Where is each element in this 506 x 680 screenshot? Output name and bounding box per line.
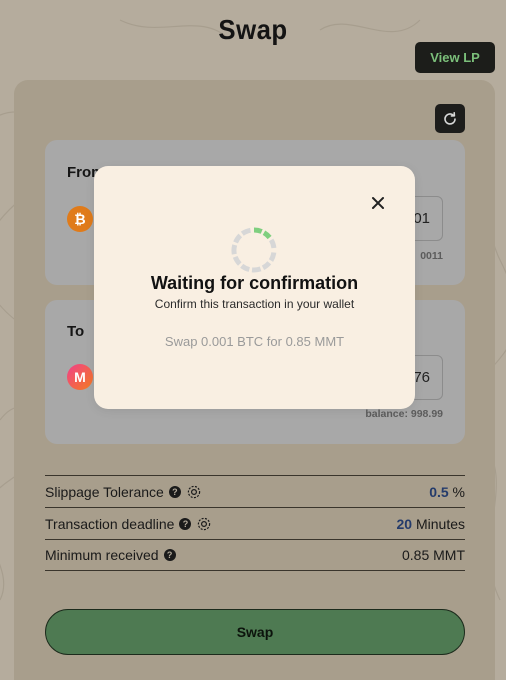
from-balance: 0011 <box>420 250 443 262</box>
close-icon[interactable] <box>369 194 387 212</box>
view-lp-button[interactable]: View LP <box>415 42 495 73</box>
minimum-received-value: 0.85 MMT <box>401 547 465 563</box>
to-balance: balance: 998.99 <box>365 408 443 420</box>
modal-title: Waiting for confirmation <box>150 273 359 293</box>
deadline-row: Transaction deadline ? 20 Minutes <box>45 507 465 539</box>
page-title: Swap <box>218 14 288 45</box>
deadline-label: Transaction deadline <box>45 515 175 532</box>
modal-swap-detail: Swap 0.001 BTC for 0.85 MMT <box>164 334 345 349</box>
modal-subtitle: Confirm this transaction in your wallet <box>154 297 355 311</box>
minimum-received-label: Minimum received <box>45 547 159 563</box>
minimum-received-row: Minimum received ? 0.85 MMT <box>45 539 465 571</box>
deadline-unit: Minutes <box>415 515 465 532</box>
mmt-token-icon: M <box>67 364 93 390</box>
gear-icon[interactable] <box>186 484 202 500</box>
swap-button[interactable]: Swap <box>45 609 465 655</box>
confirmation-modal: Waiting for confirmation Confirm this tr… <box>94 166 415 409</box>
help-icon[interactable]: ? <box>179 517 192 530</box>
refresh-button[interactable] <box>435 104 465 133</box>
refresh-icon <box>444 111 456 125</box>
bitcoin-icon: ₿ <box>67 206 93 232</box>
deadline-value[interactable]: 20 <box>397 516 413 532</box>
slippage-row: Slippage Tolerance ? 0.5 % <box>45 475 465 507</box>
slippage-unit: % <box>452 483 465 500</box>
slippage-value[interactable]: 0.5 <box>429 484 448 500</box>
slippage-label: Slippage Tolerance <box>45 483 164 500</box>
help-icon[interactable]: ? <box>163 549 176 561</box>
to-label: To <box>67 323 85 340</box>
gear-icon[interactable] <box>196 516 212 532</box>
help-icon[interactable]: ? <box>168 485 181 498</box>
loading-spinner-icon <box>231 227 277 273</box>
